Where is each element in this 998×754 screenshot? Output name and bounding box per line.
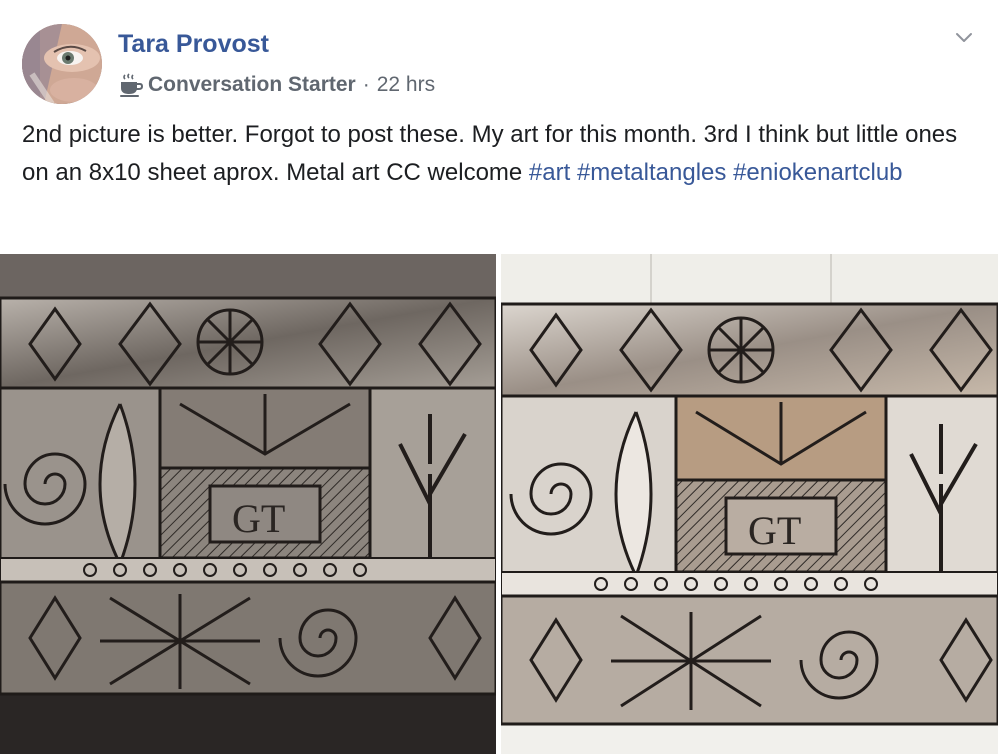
hashtag-link[interactable]: #art: [529, 159, 570, 186]
avatar-image: [22, 24, 102, 104]
svg-text:GT: GT: [232, 496, 285, 541]
svg-text:GT: GT: [748, 508, 801, 553]
author-name[interactable]: Tara Provost: [118, 30, 269, 59]
metal-art-photo-2[interactable]: GT: [501, 254, 998, 754]
author-avatar[interactable]: [22, 24, 102, 104]
hashtag-link[interactable]: #metaltangles: [577, 159, 726, 186]
coffee-cup-icon: [118, 72, 144, 98]
metal-art-photo-1[interactable]: GT: [0, 254, 496, 754]
hashtag-link[interactable]: #eniokenartclub: [733, 159, 902, 186]
chevron-down-icon[interactable]: [952, 28, 976, 48]
photo-grid: GT GT: [0, 254, 998, 754]
post-timestamp[interactable]: 22 hrs: [377, 73, 435, 97]
badge-label[interactable]: Conversation Starter: [148, 73, 356, 97]
post-meta: Conversation Starter · 22 hrs: [118, 71, 435, 99]
post-message: 2nd picture is better. Forgot to post th…: [22, 116, 972, 192]
facebook-post: Tara Provost Conversation Starter · 22 h…: [0, 0, 998, 754]
meta-separator: ·: [362, 73, 370, 96]
